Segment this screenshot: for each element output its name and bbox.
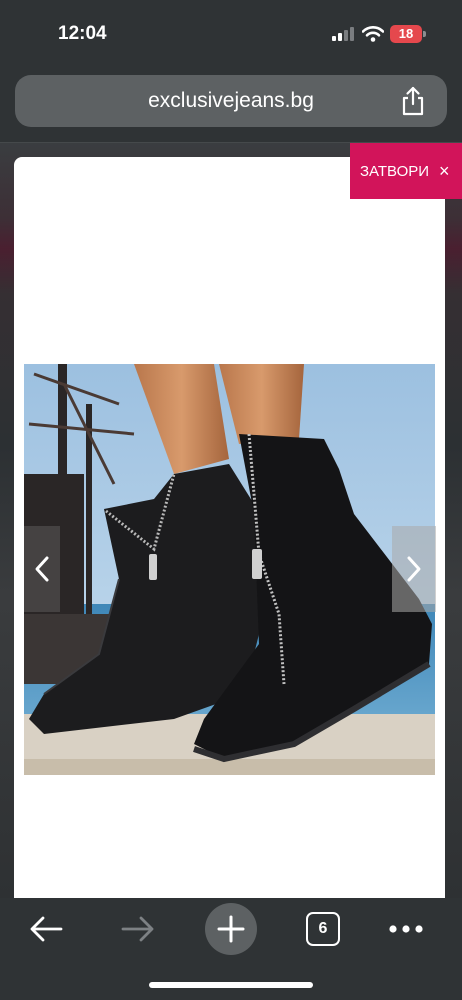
wifi-icon: [362, 26, 384, 42]
cellular-signal-icon: [332, 27, 354, 41]
plus-icon: [217, 915, 245, 943]
close-lightbox-button[interactable]: ЗАТВОРИ ×: [350, 143, 462, 199]
next-image-button[interactable]: [392, 526, 436, 612]
arrow-left-icon: [30, 916, 63, 942]
plus-circle: [205, 903, 257, 955]
arrow-right-icon: [121, 916, 154, 942]
tab-switcher-button[interactable]: 6: [297, 903, 349, 955]
more-menu-button[interactable]: [380, 903, 432, 955]
chevron-right-icon: [407, 556, 421, 582]
battery-icon: 18: [390, 25, 422, 43]
chevron-left-icon: [35, 556, 49, 582]
share-icon[interactable]: [397, 85, 429, 117]
new-tab-button[interactable]: [205, 903, 257, 955]
home-indicator: [149, 982, 313, 988]
url-text[interactable]: exclusivejeans.bg: [15, 75, 447, 127]
clock: 12:04: [58, 23, 107, 44]
tab-count: 6: [306, 912, 340, 946]
battery-cap: [423, 31, 426, 37]
more-dots-icon: [389, 925, 423, 933]
status-bar: 12:04 18: [0, 0, 462, 68]
close-label: ЗАТВОРИ: [360, 162, 430, 180]
forward-button[interactable]: [112, 903, 164, 955]
previous-image-button[interactable]: [24, 526, 60, 612]
close-icon: ×: [439, 160, 450, 181]
product-photo: [24, 364, 435, 775]
back-button[interactable]: [20, 903, 72, 955]
address-bar[interactable]: exclusivejeans.bg: [15, 75, 447, 127]
